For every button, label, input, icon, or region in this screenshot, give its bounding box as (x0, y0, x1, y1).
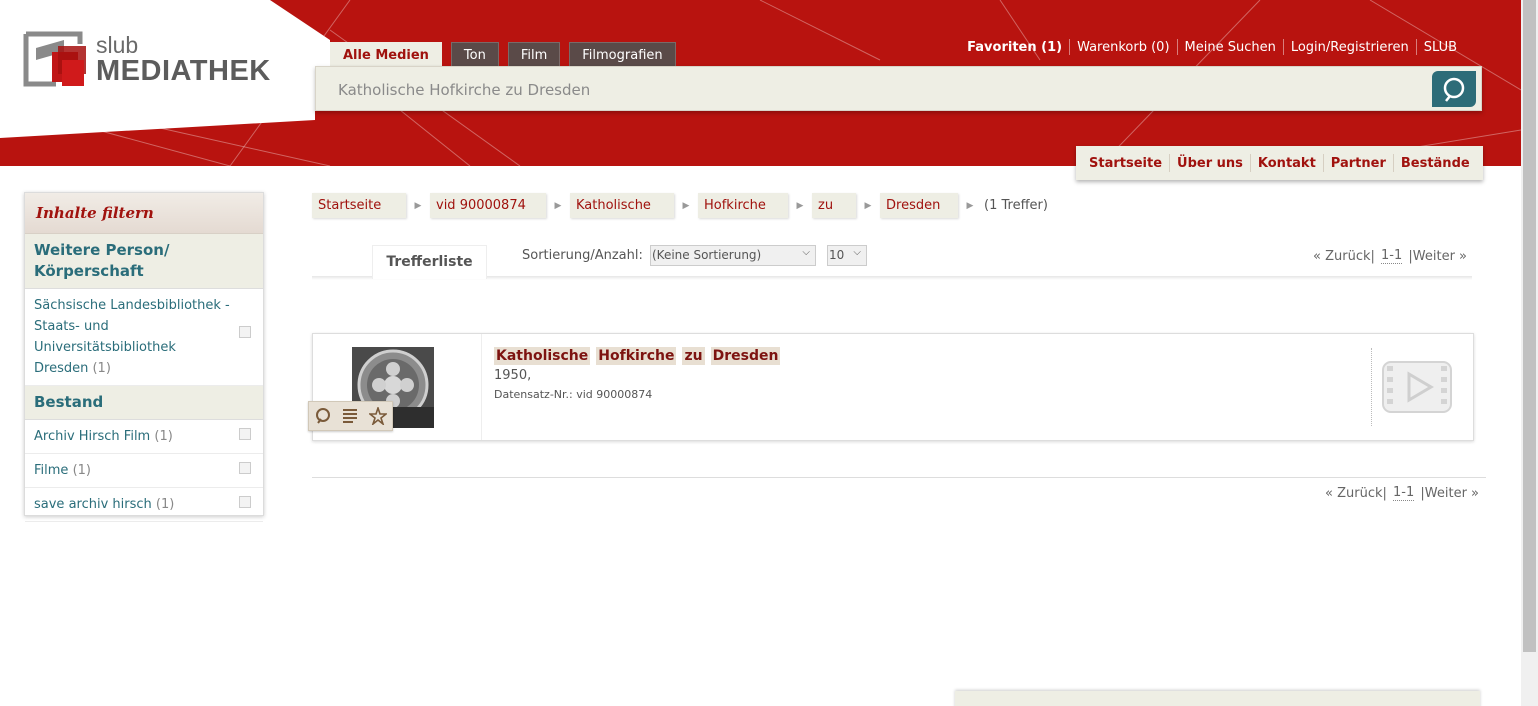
filter-option-count: (1) (155, 497, 175, 512)
chevron-right-icon: ▶ (682, 200, 690, 211)
divider (312, 477, 1486, 478)
chevron-right-icon: ▶ (966, 200, 974, 211)
sort-select[interactable]: (Keine Sortierung) ⌵ (650, 245, 816, 266)
video-media-icon[interactable] (1381, 360, 1453, 418)
filter-option[interactable]: Archiv Hirsch Film (1) (25, 420, 263, 454)
result-year: 1950, (494, 368, 532, 383)
filter-checkbox[interactable] (239, 326, 251, 338)
filter-section-person: Weitere Person/ Körperschaft (25, 234, 263, 289)
breadcrumb-item[interactable]: Katholische (570, 193, 674, 218)
nav-partner[interactable]: Partner (1324, 156, 1393, 171)
logo-mediathek-text: MEDIATHEK (96, 55, 271, 87)
filter-option-count: (1) (154, 429, 173, 444)
tab-film[interactable]: Film (507, 42, 561, 68)
search-bar (315, 66, 1482, 111)
count-select[interactable]: 10 ⌵ (827, 245, 867, 266)
result-title-word: Katholische (494, 347, 591, 365)
main-navigation: Startseite Über uns Kontakt Partner Best… (1076, 146, 1483, 180)
filter-option-label: Filme (34, 463, 69, 478)
vertical-scrollbar[interactable] (1521, 0, 1538, 706)
pager-current[interactable]: 1-1 (1393, 485, 1415, 501)
filter-checkbox[interactable] (239, 496, 251, 508)
filter-option[interactable]: save archiv hirsch (1) (25, 488, 263, 522)
filter-option-label: Archiv Hirsch Film (34, 429, 151, 444)
slub-link[interactable]: SLUB (1417, 40, 1464, 55)
divider (481, 334, 482, 440)
media-tabs: Alle Medien Ton Film Filmografien (330, 42, 676, 69)
sort-label: Sortierung/Anzahl: (522, 248, 643, 263)
result-title[interactable]: Katholische Hofkirche zu Dresden (494, 347, 781, 365)
filter-option[interactable]: Filme (1) (25, 454, 263, 488)
pager-next[interactable]: Weiter » (1413, 249, 1467, 264)
filter-checkbox[interactable] (239, 462, 251, 474)
filter-option-count: (1) (72, 463, 91, 478)
chevron-right-icon: ▶ (414, 200, 422, 211)
search-button[interactable] (1432, 71, 1476, 107)
breadcrumb-item[interactable]: zu (812, 193, 856, 218)
nav-startseite[interactable]: Startseite (1082, 156, 1169, 171)
breadcrumb-item[interactable]: Hofkirche (698, 193, 788, 218)
result-toolbar (308, 401, 393, 431)
filter-option-label: save archiv hirsch (34, 497, 152, 512)
scrollbar-thumb[interactable] (1523, 0, 1536, 652)
filter-sidebar: Inhalte filtern Weitere Person/ Körpersc… (24, 192, 264, 522)
favorite-star-icon[interactable] (368, 406, 388, 426)
chevron-down-icon: ⌵ (802, 247, 810, 258)
logo[interactable]: slub MEDIATHEK (22, 30, 271, 90)
tab-trefferliste[interactable]: Trefferliste (372, 245, 487, 279)
chevron-right-icon: ▶ (796, 200, 804, 211)
filter-option[interactable]: Sächsische Landesbibliothek - Staats- un… (25, 289, 263, 386)
divider (1371, 348, 1372, 426)
breadcrumb: Startseite ▶ vid 90000874 ▶ Katholische … (312, 193, 1048, 218)
search-icon (1443, 77, 1465, 102)
sort-select-value: (Keine Sortierung) (652, 248, 762, 262)
count-select-value: 10 (829, 248, 845, 262)
result-record-id: Datensatz-Nr.: vid 90000874 (494, 388, 653, 401)
list-icon[interactable] (340, 406, 360, 426)
filter-option-count: (1) (92, 361, 111, 376)
result-title-word: zu (682, 347, 705, 365)
logo-icon (22, 30, 90, 90)
pager-top: « Zurück | 1-1 | Weiter » (1313, 248, 1467, 264)
search-input[interactable] (338, 79, 1418, 101)
result-item: Katholische Hofkirche zu Dresden 1950, D… (308, 333, 1474, 441)
tab-ton[interactable]: Ton (450, 42, 499, 68)
filter-option-label: Sächsische Landesbibliothek - Staats- un… (34, 298, 230, 376)
nav-kontakt[interactable]: Kontakt (1251, 156, 1323, 171)
tab-filmografien[interactable]: Filmografien (569, 42, 676, 68)
result-title-word: Dresden (710, 347, 781, 365)
chevron-right-icon: ▶ (554, 200, 562, 211)
hit-count: (1 Treffer) (984, 198, 1048, 213)
breadcrumb-item[interactable]: Startseite (312, 193, 406, 218)
pager-prev[interactable]: « Zurück (1325, 486, 1383, 501)
pager-bottom: « Zurück | 1-1 | Weiter » (1325, 485, 1479, 501)
result-title-word: Hofkirche (596, 347, 677, 365)
chevron-down-icon: ⌵ (853, 247, 861, 258)
pager-next[interactable]: Weiter » (1425, 486, 1479, 501)
login-link[interactable]: Login/Registrieren (1284, 40, 1416, 55)
nav-ueber-uns[interactable]: Über uns (1170, 156, 1250, 171)
footer-panel (955, 691, 1480, 706)
logo-slub-text: slub (96, 32, 139, 58)
tab-alle-medien[interactable]: Alle Medien (330, 42, 442, 69)
bookmark-search-icon[interactable] (313, 406, 333, 426)
filter-title: Inhalte filtern (25, 193, 263, 234)
nav-bestaende[interactable]: Bestände (1394, 156, 1477, 171)
filter-checkbox[interactable] (239, 428, 251, 440)
pager-prev[interactable]: « Zurück (1313, 249, 1371, 264)
my-searches-link[interactable]: Meine Suchen (1178, 40, 1283, 55)
chevron-right-icon: ▶ (864, 200, 872, 211)
breadcrumb-item[interactable]: vid 90000874 (430, 193, 546, 218)
favorites-link[interactable]: Favoriten (1) (960, 40, 1069, 55)
pager-current[interactable]: 1-1 (1381, 248, 1403, 264)
breadcrumb-item[interactable]: Dresden (880, 193, 958, 218)
filter-section-bestand: Bestand (25, 386, 263, 420)
top-navigation: Favoriten (1) Warenkorb (0) Meine Suchen… (960, 39, 1464, 55)
cart-link[interactable]: Warenkorb (0) (1070, 40, 1176, 55)
